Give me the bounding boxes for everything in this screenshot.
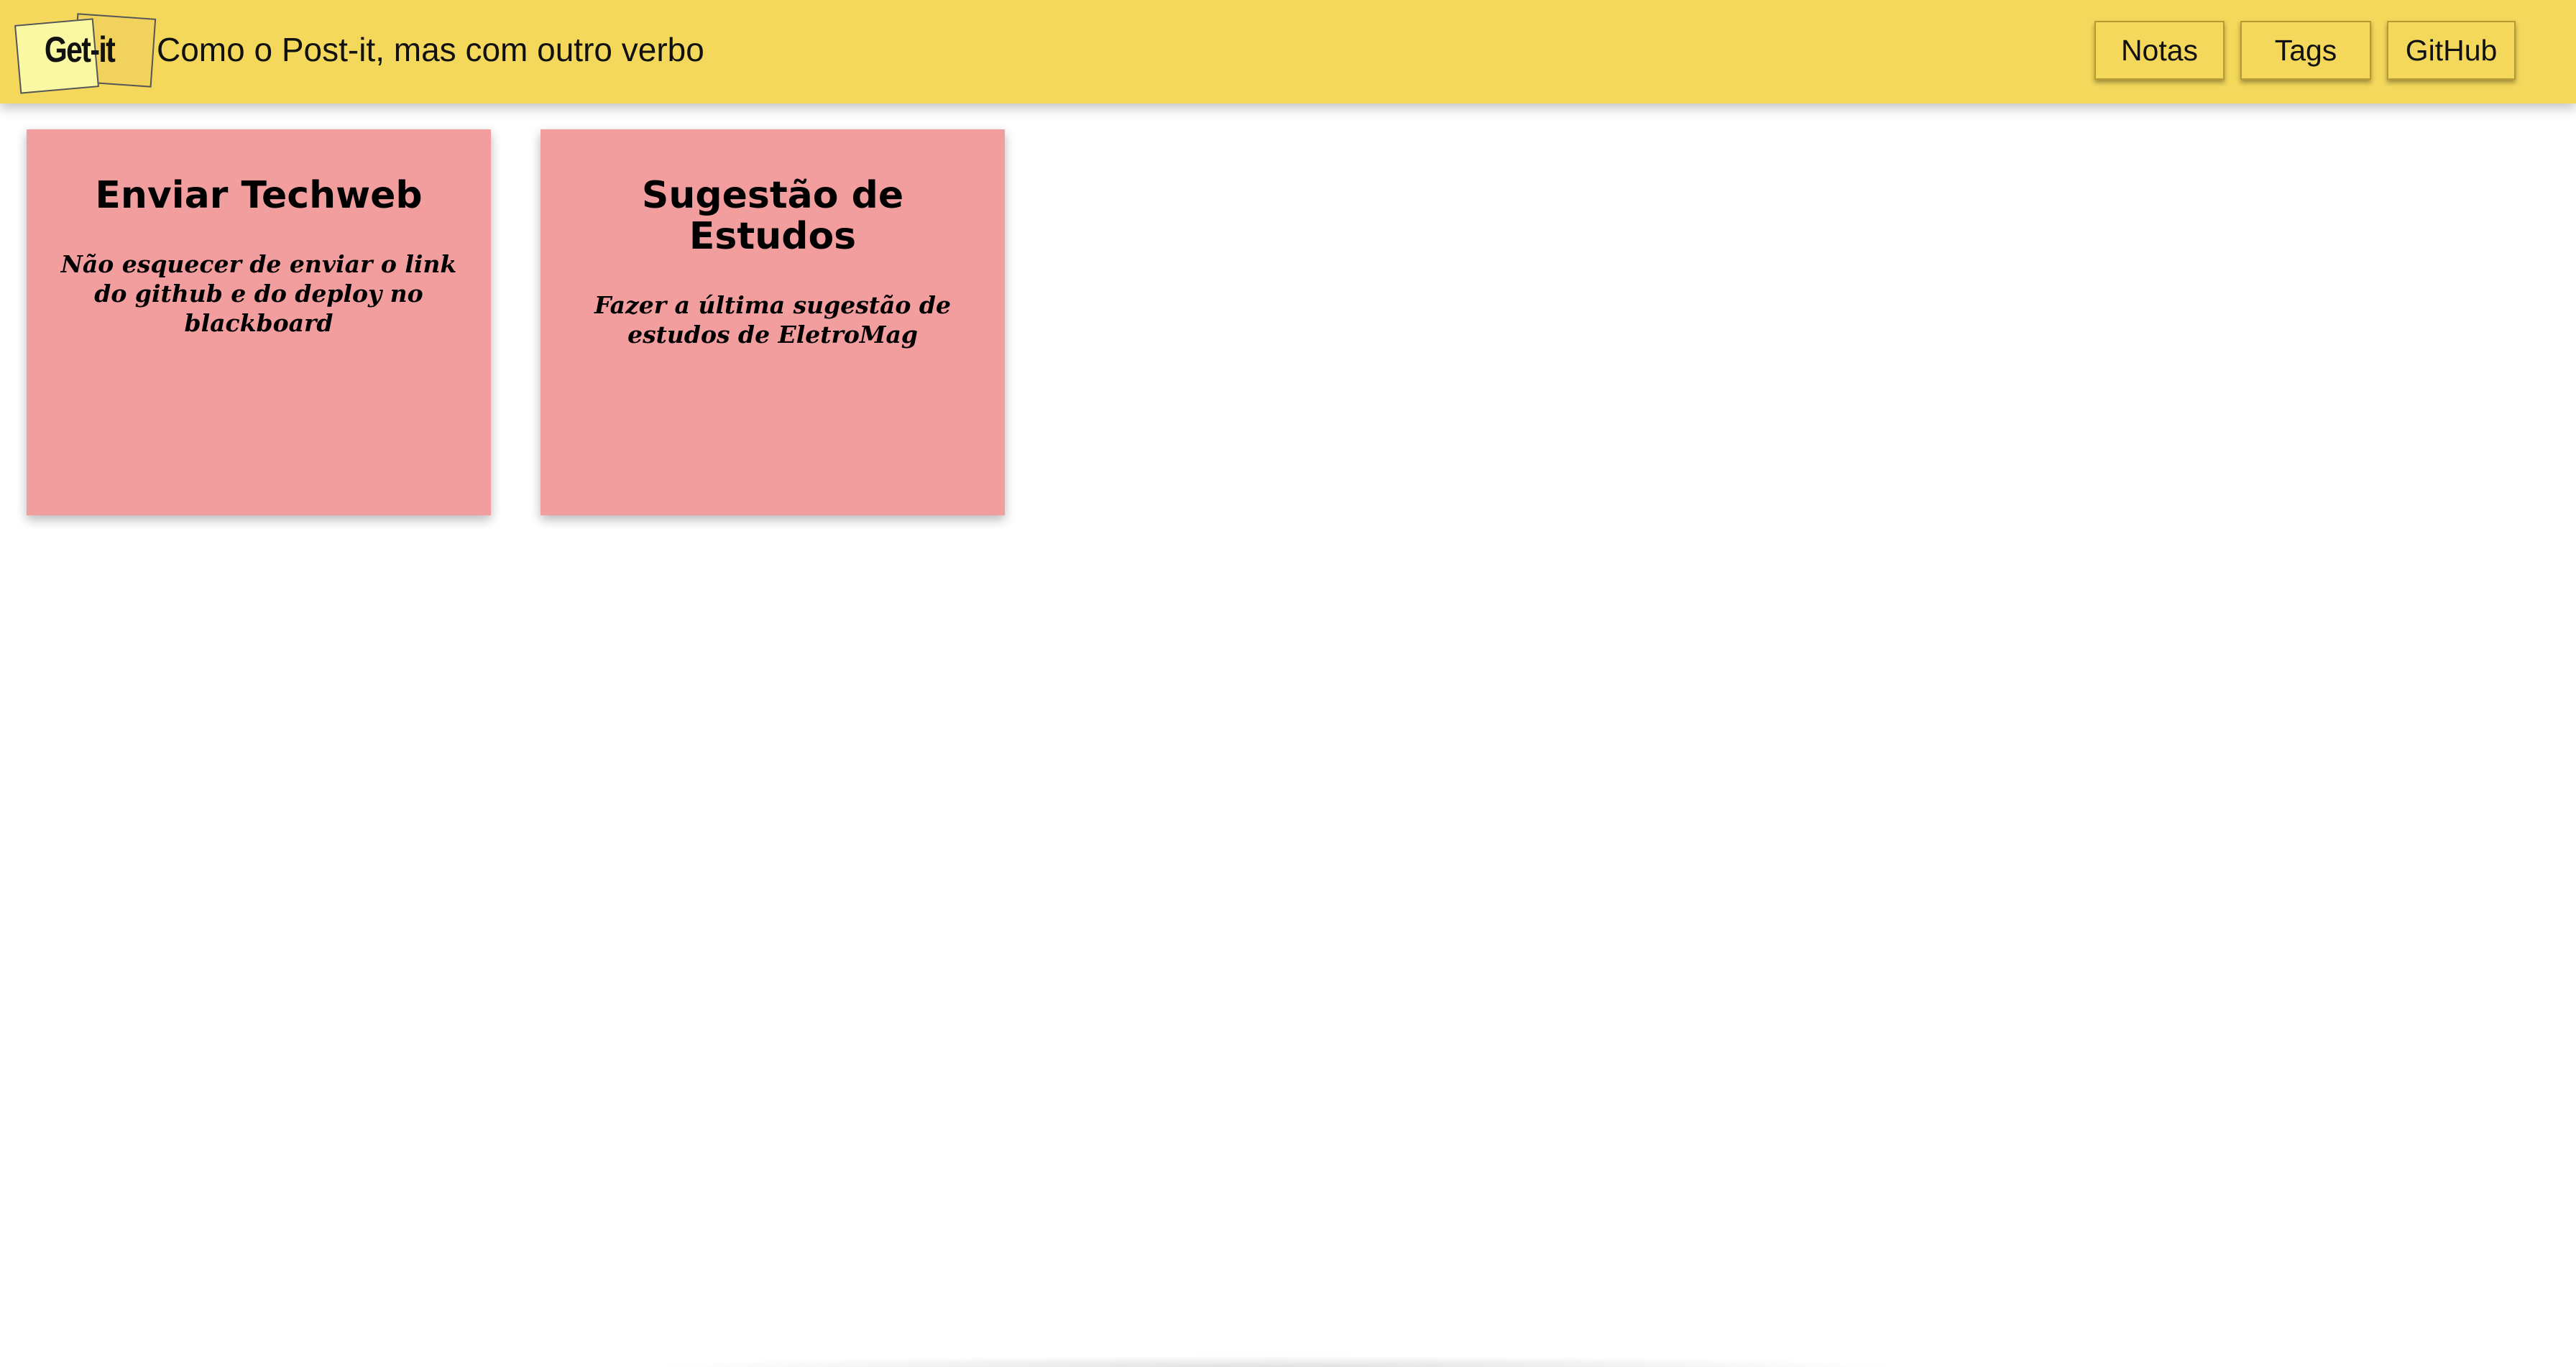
app-logo[interactable]: Get-it <box>13 11 157 94</box>
note-card[interactable]: Sugestão de Estudos Fazer a última suges… <box>540 129 1005 515</box>
note-title: Sugestão de Estudos <box>641 174 904 259</box>
note-body: Não esquecer de enviar o link do github … <box>60 250 457 338</box>
app-header: Get-it Como o Post-it, mas com outro ver… <box>0 0 2576 103</box>
logo-text: Get-it <box>44 29 116 70</box>
note-card[interactable]: Enviar Techweb Não esquecer de enviar o … <box>27 129 491 515</box>
bottom-shadow <box>647 1356 1905 1367</box>
app-tagline: Como o Post-it, mas com outro verbo <box>157 31 704 68</box>
nav-button-github[interactable]: GitHub <box>2387 21 2516 80</box>
note-body: Fazer a última sugestão de estudos de El… <box>594 291 951 349</box>
note-title: Enviar Techweb <box>95 174 423 217</box>
nav-button-tags[interactable]: Tags <box>2240 21 2371 80</box>
nav-button-notas[interactable]: Notas <box>2094 21 2225 80</box>
